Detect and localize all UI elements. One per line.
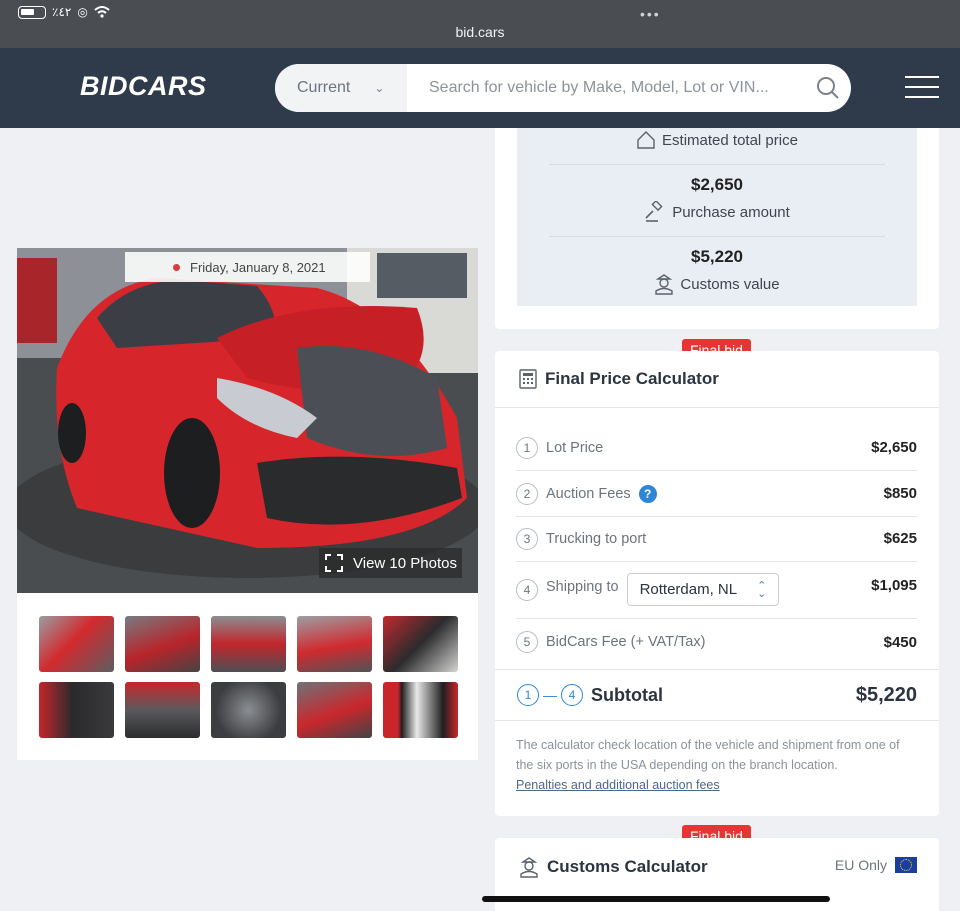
main-photo[interactable]: Friday, January 8, 2021 View 10 Photos (17, 248, 478, 593)
address-bar[interactable]: bid.cars (0, 24, 960, 40)
calculator-note-text: The calculator check location of the veh… (516, 738, 900, 772)
purchase-amount-value: $2,650 (691, 175, 743, 194)
customs-value-label: Customs value (549, 273, 885, 295)
thumbnail[interactable] (39, 682, 114, 738)
purchase-amount-row: $2,650 Purchase amount (549, 164, 885, 223)
shipping-port-select[interactable]: Rotterdam, NL ⌃ ⌄ (626, 573, 780, 606)
calc-row-trucking: 3 Trucking to port $625 (516, 516, 917, 562)
calc-row-auction-fees: 2 Auction Fees ? $850 (516, 471, 917, 517)
customs-title-text: Customs Calculator (547, 857, 708, 876)
thumbnail-grid (39, 616, 458, 738)
subtotal-dash: — (543, 687, 557, 703)
estimated-price-card: Estimated total price $2,650 Purchase am… (495, 128, 939, 329)
officer-icon (655, 274, 674, 295)
site-header: BIDCARS Current ⌄ (0, 48, 960, 128)
penalties-link[interactable]: Penalties and additional auction fees (516, 775, 920, 795)
eu-flag-icon (895, 857, 917, 873)
purchase-amount-label: Purchase amount (549, 201, 885, 223)
step-number: 5 (516, 631, 538, 653)
thumbnail[interactable] (297, 682, 372, 738)
row-label: Shipping to (546, 579, 619, 595)
subtotal-value: $5,220 (855, 683, 917, 706)
search-bar: Current ⌄ (275, 64, 851, 112)
calculator-note: The calculator check location of the veh… (516, 735, 920, 795)
calculator-title: Final Price Calculator (519, 369, 719, 389)
calc-row-lot-price: 1 Lot Price $2,650 (516, 425, 917, 471)
home-indicator[interactable] (482, 896, 830, 902)
estimated-total-text: Estimated total price (662, 131, 798, 149)
customs-value-row: $5,220 Customs value (549, 236, 885, 295)
thumbnail[interactable] (211, 616, 286, 672)
photo-date: Friday, January 8, 2021 (125, 252, 370, 282)
thumbnail[interactable] (383, 682, 458, 738)
customs-value-amount: $5,220 (691, 247, 743, 266)
step-number: 1 (516, 436, 538, 459)
row-value: $2,650 (871, 439, 917, 456)
shipping-port-value: Rotterdam, NL (639, 581, 738, 598)
step-number: 2 (516, 482, 538, 505)
officer-icon (520, 857, 538, 878)
subtotal-label: Subtotal (591, 684, 663, 705)
row-label-text: Auction Fees (546, 485, 631, 502)
search-scope-select[interactable]: Current ⌄ (275, 64, 407, 112)
more-dots-icon[interactable]: ••• (640, 6, 661, 22)
house-icon (637, 131, 655, 149)
calc-row-bidcars-fee: 5 BidCars Fee (+ VAT/Tax) $450 (516, 619, 917, 665)
subtotal-to: 4 (561, 684, 583, 706)
logo[interactable]: BIDCARS (80, 71, 207, 102)
row-label: Trucking to port (546, 530, 647, 547)
gavel-icon (645, 201, 663, 222)
divider (495, 407, 939, 408)
battery-percent: ٪٤٢ (52, 5, 72, 19)
view-photos-button[interactable]: View 10 Photos (319, 548, 462, 578)
thumbnail[interactable] (211, 682, 286, 738)
car-photo-image (17, 248, 478, 593)
status-icons: ٪٤٢ ◎ (18, 5, 110, 19)
subtotal-row: 1 — 4 Subtotal $5,220 (495, 669, 939, 721)
calculator-icon (519, 369, 537, 389)
row-value: $450 (883, 633, 917, 651)
customs-title: Customs Calculator (519, 856, 708, 878)
status-dot (173, 263, 180, 271)
focus-icon: ◎ (77, 5, 88, 19)
row-value: $1,095 (871, 577, 917, 594)
row-value: $850 (883, 485, 917, 502)
view-photos-label: View 10 Photos (353, 554, 457, 572)
subtotal-from: 1 (517, 684, 539, 706)
browser-status-bar: ٪٤٢ ◎ ••• bid.cars (0, 0, 960, 48)
battery-icon (18, 5, 46, 19)
search-scope-value: Current (297, 79, 351, 96)
calc-row-shipping: 4 Shipping to Rotterdam, NL ⌃ ⌄ $1,095 (516, 563, 917, 619)
estimated-price-box: Estimated total price $2,650 Purchase am… (517, 128, 917, 306)
thumbnail[interactable] (39, 616, 114, 672)
row-value: $625 (883, 530, 917, 547)
wifi-icon (94, 6, 110, 18)
thumbnail[interactable] (297, 616, 372, 672)
chevron-down-icon: ⌄ (374, 81, 385, 95)
search-input[interactable] (407, 64, 805, 112)
step-number: 4 (516, 579, 538, 601)
row-label: BidCars Fee (+ VAT/Tax) (546, 634, 706, 650)
purchase-amount-text: Purchase amount (672, 203, 790, 221)
thumbnail[interactable] (383, 616, 458, 672)
row-label: Lot Price (546, 439, 604, 456)
thumbnail[interactable] (125, 682, 200, 738)
row-label: Auction Fees ? (546, 484, 657, 503)
thumbnail[interactable] (125, 616, 200, 672)
customs-value-text: Customs value (680, 275, 780, 293)
estimated-total-label: Estimated total price (549, 130, 885, 150)
hamburger-menu-icon[interactable] (905, 76, 939, 106)
final-price-calculator: Final Price Calculator 1 Lot Price $2,65… (495, 351, 939, 816)
photo-date-text: Friday, January 8, 2021 (190, 259, 326, 275)
help-icon[interactable]: ? (638, 484, 657, 503)
calculator-title-text: Final Price Calculator (545, 369, 719, 388)
fullscreen-icon (325, 554, 343, 572)
step-number: 3 (516, 527, 538, 550)
eu-only-text: EU Only (834, 857, 887, 873)
eu-only-label: EU Only (835, 857, 917, 873)
estimated-total-row: Estimated total price (549, 130, 885, 150)
chevron-updown-icon: ⌃ ⌄ (757, 579, 767, 600)
search-icon[interactable] (805, 76, 851, 100)
photo-gallery: Friday, January 8, 2021 View 10 Photos (17, 248, 478, 760)
